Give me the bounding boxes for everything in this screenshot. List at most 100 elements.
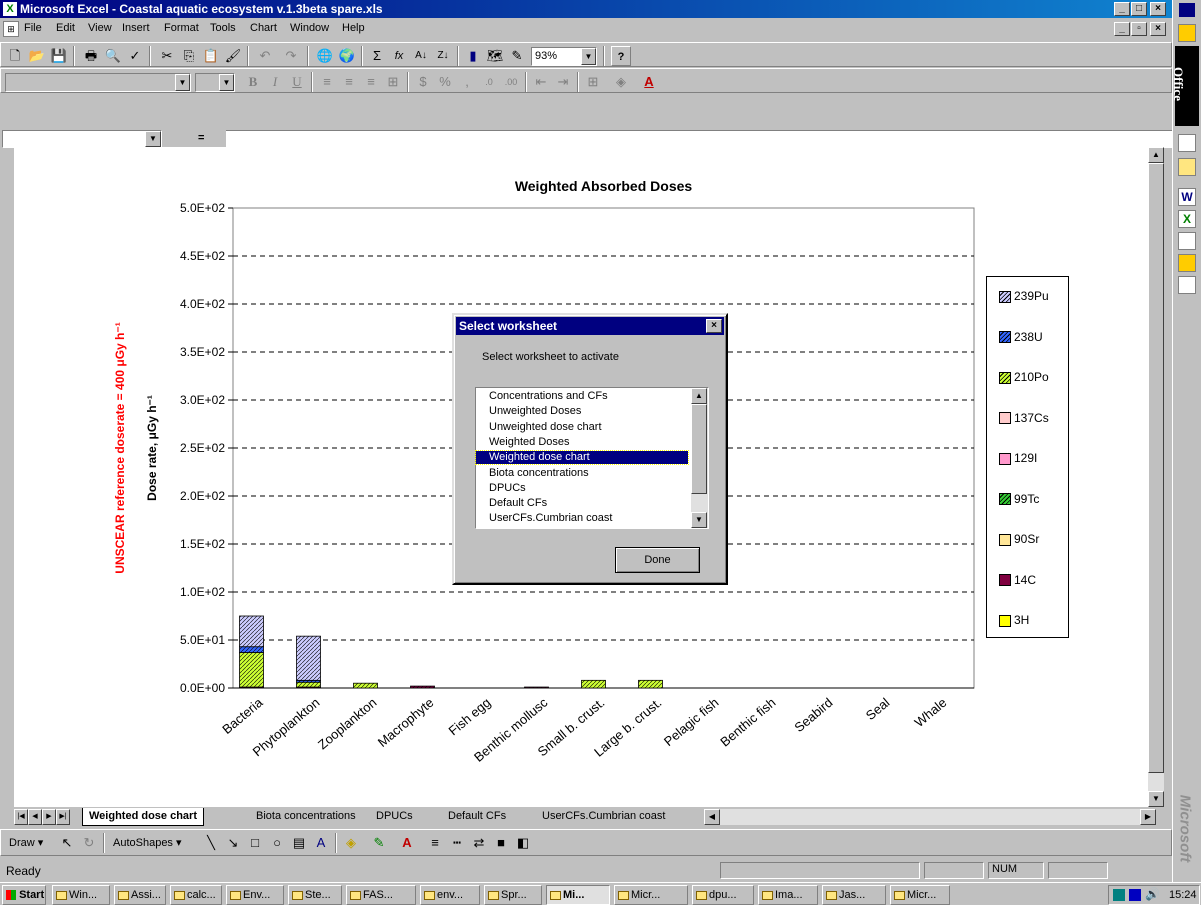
formula-equals[interactable]: = <box>198 132 204 144</box>
chart-wizard-icon[interactable]: ▮ <box>463 46 483 66</box>
arrow-icon[interactable]: ↘ <box>223 833 243 853</box>
tab-default-cfs[interactable]: Default CFs <box>442 808 512 826</box>
free-rotate-icon[interactable]: ↻ <box>79 833 99 853</box>
drawing-icon[interactable]: ✎ <box>507 46 527 66</box>
next-sheet-icon[interactable]: ▶ <box>42 809 56 825</box>
undo-icon[interactable]: ↶ <box>255 46 275 66</box>
prev-sheet-icon[interactable]: ◀ <box>28 809 42 825</box>
comma-button[interactable]: , <box>457 72 477 92</box>
minimize-icon[interactable]: _ <box>1114 2 1130 16</box>
font-size-combo[interactable]: ▼ <box>195 73 235 92</box>
oval-icon[interactable]: ○ <box>267 833 287 853</box>
tab-weighted-dose-chart[interactable]: Weighted dose chart <box>82 808 204 826</box>
calculator-icon[interactable] <box>1178 276 1196 294</box>
worksheet-list-item[interactable]: Weighted dose chart <box>475 450 689 466</box>
cut-icon[interactable]: ✂ <box>157 46 177 66</box>
line-color-icon[interactable]: ✎ <box>369 833 389 853</box>
menu-view[interactable]: View <box>88 22 112 34</box>
scroll-up-icon[interactable]: ▲ <box>691 388 707 404</box>
currency-icon[interactable]: $ <box>413 72 433 92</box>
tab-dpucs[interactable]: DPUCs <box>370 808 419 826</box>
scroll-up-icon[interactable]: ▲ <box>1148 147 1164 163</box>
taskbar-button[interactable]: Assi... <box>114 885 166 905</box>
map-icon[interactable]: 🗺 <box>485 46 505 66</box>
chevron-down-icon[interactable]: ▼ <box>145 131 161 147</box>
excel-icon[interactable]: X <box>3 2 17 16</box>
sort-ascending-icon[interactable]: A↓ <box>411 46 431 66</box>
menu-file[interactable]: File <box>24 22 42 34</box>
select-objects-icon[interactable]: ↖ <box>57 833 77 853</box>
taskbar-button[interactable]: Jas... <box>822 885 886 905</box>
arrow-style-icon[interactable]: ⇄ <box>469 833 489 853</box>
close-icon[interactable]: × <box>706 319 722 333</box>
taskbar-button[interactable]: Win... <box>52 885 110 905</box>
tab-scroll-right-icon[interactable]: ▶ <box>1140 809 1156 825</box>
font-color-icon[interactable]: A <box>639 72 659 92</box>
taskbar-button[interactable]: Spr... <box>484 885 542 905</box>
office-logo-icon[interactable] <box>1178 24 1196 42</box>
font-name-combo[interactable]: ▼ <box>5 73 191 92</box>
scroll-down-icon[interactable]: ▼ <box>1148 791 1164 807</box>
excel-icon[interactable]: X <box>1178 210 1196 228</box>
taskbar-button[interactable]: Micr... <box>890 885 950 905</box>
borders-icon[interactable]: ⊞ <box>583 72 603 92</box>
taskbar-button[interactable]: env... <box>420 885 480 905</box>
print-preview-icon[interactable]: 🔍 <box>103 46 123 66</box>
scroll-thumb[interactable] <box>1148 163 1164 773</box>
tab-usercfs-cumbrian-coast[interactable]: UserCFs.Cumbrian coast <box>536 808 671 826</box>
decrease-indent-icon[interactable]: ⇤ <box>531 72 551 92</box>
new-document-icon[interactable] <box>1178 134 1196 152</box>
percent-button[interactable]: % <box>435 72 455 92</box>
monitor-icon[interactable] <box>1129 889 1141 901</box>
align-left-icon[interactable]: ≡ <box>317 72 337 92</box>
taskbar-button[interactable]: Micr... <box>614 885 688 905</box>
scroll-thumb[interactable] <box>691 404 707 494</box>
menu-edit[interactable]: Edit <box>56 22 75 34</box>
listbox-scrollbar[interactable]: ▲ ▼ <box>691 388 708 528</box>
menu-format[interactable]: Format <box>164 22 199 34</box>
increase-decimal-icon[interactable]: .0 <box>479 72 499 92</box>
document-icon[interactable]: ⊞ <box>3 21 19 37</box>
3d-icon[interactable]: ◧ <box>513 833 533 853</box>
worksheet-list-item[interactable]: Unweighted dose chart <box>488 421 688 434</box>
align-center-icon[interactable]: ≡ <box>339 72 359 92</box>
tab-biota-concentrations[interactable]: Biota concentrations <box>250 808 362 826</box>
menu-help[interactable]: Help <box>342 22 365 34</box>
merge-center-icon[interactable]: ⊞ <box>383 72 403 92</box>
powerpoint-icon[interactable] <box>1178 232 1196 250</box>
doc-minimize-icon[interactable]: _ <box>1114 22 1130 36</box>
format-painter-icon[interactable]: 🖌 <box>223 46 243 66</box>
spelling-icon[interactable]: ✓ <box>125 46 145 66</box>
taskbar-button[interactable]: Ste... <box>288 885 342 905</box>
taskbar-button[interactable]: calc... <box>170 885 222 905</box>
tab-scroll-left-icon[interactable]: ◀ <box>704 809 720 825</box>
access-icon[interactable] <box>1178 254 1196 272</box>
worksheet-list-item[interactable]: Weighted Doses <box>488 436 688 449</box>
redo-icon[interactable]: ↷ <box>281 46 301 66</box>
autosum-icon[interactable]: Σ <box>367 46 387 66</box>
copy-icon[interactable]: ⎘ <box>179 46 199 66</box>
doc-restore-icon[interactable]: ▫ <box>1131 22 1147 36</box>
menu-chart[interactable]: Chart <box>250 22 277 34</box>
worksheet-listbox[interactable]: ▲ ▼ Concentrations and CFs Unweighted Dos… <box>475 387 709 529</box>
dash-style-icon[interactable]: ┅ <box>447 833 467 853</box>
vertical-scrollbar[interactable]: ▲ ▼ <box>1148 147 1164 807</box>
worksheet-list-item[interactable]: Biota concentrations <box>488 467 688 480</box>
volume-icon[interactable]: 🔊 <box>1145 887 1160 901</box>
name-box[interactable]: ▼ <box>2 130 162 148</box>
new-icon[interactable]: 🗋 <box>5 46 25 66</box>
network-icon[interactable] <box>1113 889 1125 901</box>
chart-legend[interactable]: 239Pu 238U 210Po 137Cs 129I 99Tc 90Sr 14C 3H <box>986 276 1069 638</box>
shadow-icon[interactable]: ■ <box>491 833 511 853</box>
align-right-icon[interactable]: ≡ <box>361 72 381 92</box>
fill-color-icon[interactable]: ◈ <box>341 833 361 853</box>
worksheet-list-item[interactable]: DPUCs <box>488 482 688 495</box>
taskbar-button[interactable]: dpu... <box>692 885 754 905</box>
first-sheet-icon[interactable]: |◀ <box>14 809 28 825</box>
rectangle-icon[interactable]: □ <box>245 833 265 853</box>
italic-button[interactable]: I <box>265 72 285 92</box>
underline-button[interactable]: U <box>287 72 307 92</box>
draw-menu-button[interactable]: Draw ▾ <box>9 836 43 849</box>
hyperlink-icon[interactable]: 🌐 <box>315 46 335 66</box>
taskbar-button[interactable]: FAS... <box>346 885 416 905</box>
